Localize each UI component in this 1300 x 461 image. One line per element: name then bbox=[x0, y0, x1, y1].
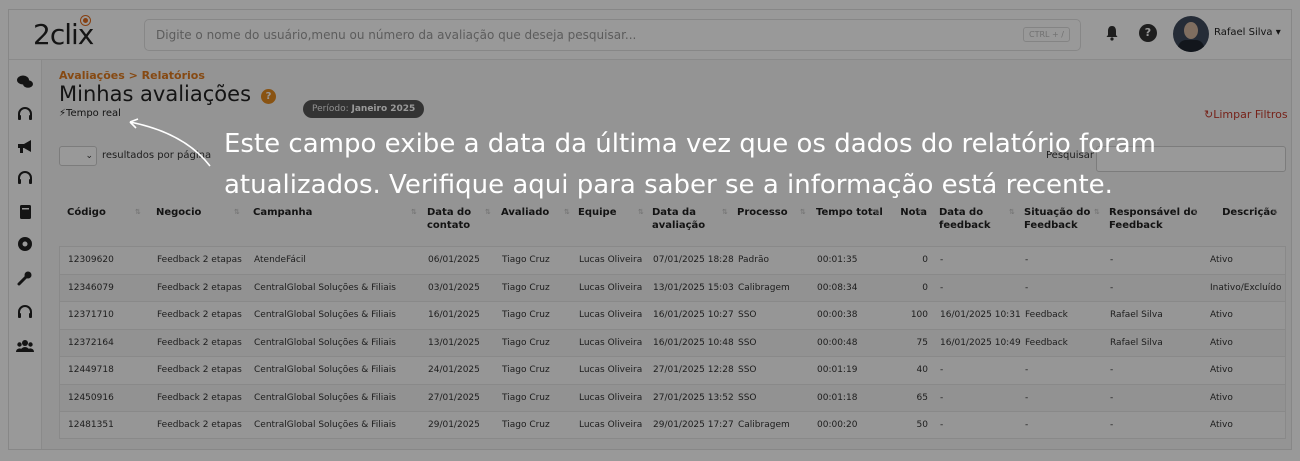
tooltip-pointer-arrow bbox=[129, 118, 211, 167]
tooltip-text: Este campo exibe a data da última vez qu… bbox=[224, 129, 1157, 200]
tutorial-overlay bbox=[0, 0, 1300, 461]
